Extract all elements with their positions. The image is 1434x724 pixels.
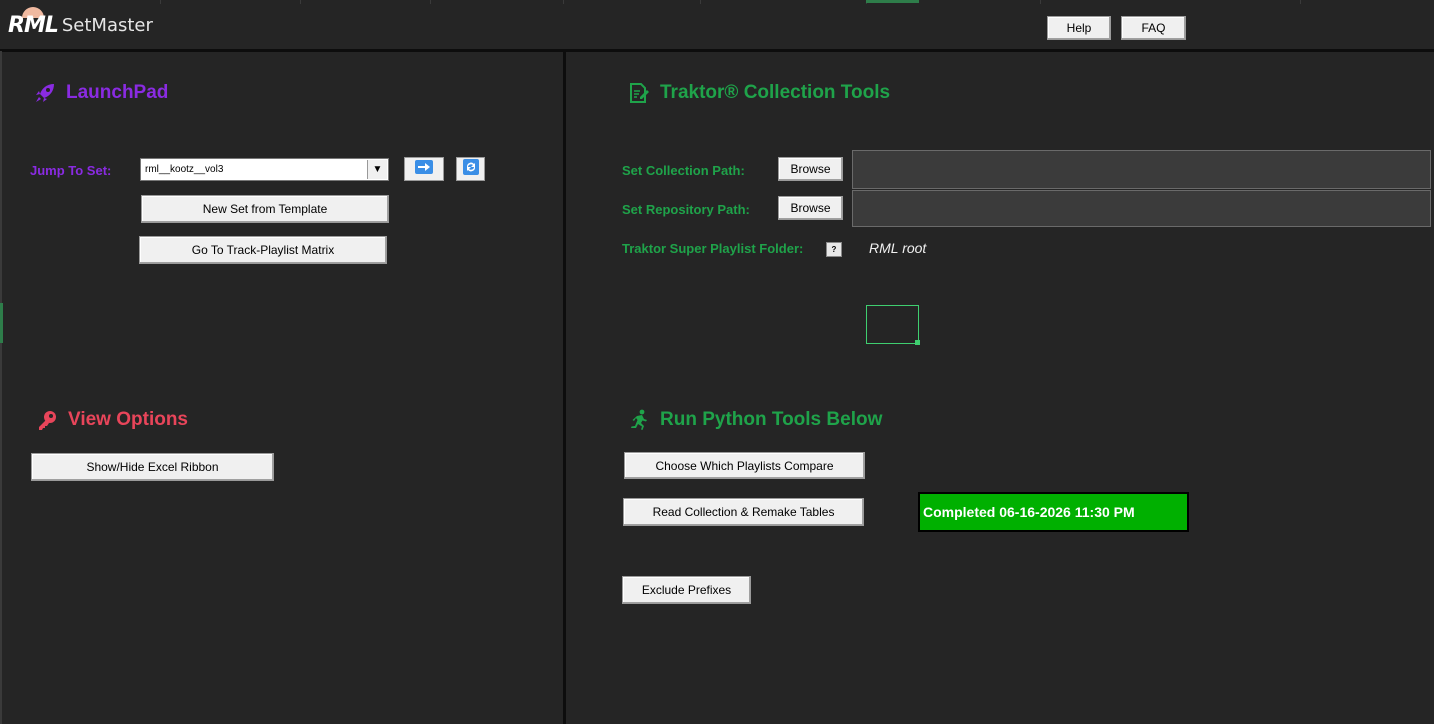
super-playlist-label: Traktor Super Playlist Folder: <box>622 241 804 256</box>
ribbon-toggle-button[interactable]: Show/Hide Excel Ribbon <box>31 453 274 481</box>
grid-tick <box>700 0 701 4</box>
go-to-set-button[interactable] <box>404 157 444 181</box>
set-select-value: rml__kootz__vol3 <box>145 164 224 175</box>
collection-path-label: Set Collection Path: <box>622 163 745 178</box>
collection-tools-heading: Traktor® Collection Tools <box>628 82 890 104</box>
read-collection-button[interactable]: Read Collection & Remake Tables <box>623 498 864 526</box>
rocket-icon <box>34 82 56 104</box>
jump-to-set-label: Jump To Set: <box>30 163 112 178</box>
panel-divider <box>563 51 566 724</box>
grid-tick <box>563 0 564 4</box>
repository-path-label: Set Repository Path: <box>622 202 750 217</box>
repository-path-field[interactable] <box>852 190 1431 227</box>
arrow-right-icon <box>415 159 433 179</box>
header-divider <box>0 49 1434 52</box>
logo-mark-text: RML <box>8 12 59 38</box>
compare-playlists-button[interactable]: Choose Which Playlists Compare <box>624 452 865 479</box>
key-icon <box>36 409 58 431</box>
help-button[interactable]: Help <box>1047 16 1111 40</box>
status-badge: Completed 06-16-2026 11:30 PM <box>918 492 1189 532</box>
title-bar <box>0 0 1434 50</box>
browse-collection-button[interactable]: Browse <box>778 157 843 181</box>
grid-tick <box>1300 0 1301 4</box>
grid-tick <box>1040 0 1041 4</box>
active-column-marker <box>866 0 919 3</box>
document-edit-icon <box>628 82 650 104</box>
launchpad-heading: LaunchPad <box>34 82 168 104</box>
browse-repository-button[interactable]: Browse <box>778 196 843 220</box>
set-select[interactable]: rml__kootz__vol3 ▼ <box>140 158 389 181</box>
python-tools-heading: Run Python Tools Below <box>628 409 882 431</box>
exclude-prefixes-button[interactable]: Exclude Prefixes <box>622 576 751 604</box>
logo-text: SetMaster <box>61 14 153 36</box>
view-options-heading: View Options <box>36 409 188 431</box>
collection-tools-title: Traktor® Collection Tools <box>660 82 891 103</box>
fill-handle[interactable] <box>915 340 920 345</box>
grid-tick <box>300 0 301 4</box>
active-row-marker <box>0 303 3 343</box>
view-options-title: View Options <box>68 409 189 430</box>
launchpad-title: LaunchPad <box>66 82 169 103</box>
grid-tick <box>430 0 431 4</box>
grid-tick <box>160 0 161 4</box>
running-person-icon <box>628 409 650 431</box>
faq-button[interactable]: FAQ <box>1121 16 1186 40</box>
python-tools-title: Run Python Tools Below <box>660 409 883 430</box>
refresh-sets-button[interactable] <box>456 157 485 181</box>
super-playlist-value: RML root <box>869 240 927 256</box>
help-icon[interactable]: ? <box>826 242 842 257</box>
collection-path-field[interactable] <box>852 150 1431 189</box>
chevron-down-icon[interactable]: ▼ <box>367 160 387 179</box>
left-edge <box>0 51 2 724</box>
new-set-button[interactable]: New Set from Template <box>141 195 389 223</box>
selected-cell[interactable] <box>866 305 919 344</box>
matrix-button[interactable]: Go To Track-Playlist Matrix <box>139 236 387 264</box>
refresh-icon <box>462 158 479 180</box>
logo-mark: RML <box>8 6 59 38</box>
app-logo: RML SetMaster <box>8 6 153 40</box>
